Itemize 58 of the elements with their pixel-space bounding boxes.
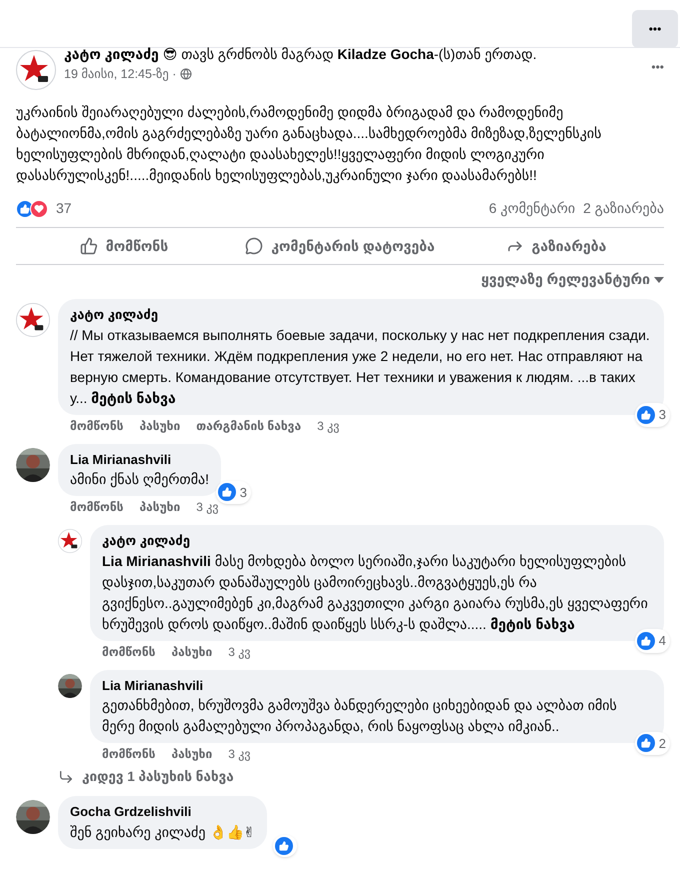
reactions-count[interactable]: 37 — [56, 198, 72, 219]
post-date[interactable]: 19 მაისი, 12:45-ზე · — [64, 65, 176, 84]
reaction-badge[interactable]: 3 — [634, 403, 670, 426]
comment-action-link[interactable]: პასუხი — [139, 498, 180, 516]
like-icon — [636, 406, 655, 424]
comment-action-link[interactable]: თარგმანის ნახვა — [196, 416, 302, 434]
post-action-button[interactable]: კომენტარის დატოვება — [232, 229, 448, 263]
post-menu-button[interactable]: ••• — [651, 50, 664, 90]
comment-text: ამინი ქნას ღმერთმა! — [70, 470, 210, 490]
comment-author[interactable]: Gocha Grdzelishvili — [70, 802, 256, 822]
comment-text: გეთანხმებით, ხრუშოვმა გამოუშვა ბანდერელები ციხეებიდან და ალბათ იმის მერე მიდის გამალებული პროპაგანდა, რის ნაყოფსაც ახლა იმკიან.. — [102, 696, 618, 736]
comments-count[interactable]: 6 კომენტარი — [488, 198, 576, 219]
star-avatar-icon — [16, 50, 56, 90]
reaction-badge[interactable]: 3 — [216, 480, 252, 504]
comment-action-link[interactable]: მომწონს — [102, 642, 156, 660]
comment-time[interactable]: 3 კვ — [228, 642, 251, 660]
post-action-button[interactable]: მომწონს — [16, 229, 232, 263]
like-icon — [80, 237, 98, 255]
star-avatar-icon — [16, 303, 50, 337]
reaction-count: 3 — [658, 406, 666, 424]
comment-author[interactable]: Lia Mirianashvili — [70, 450, 210, 469]
reaction-badge[interactable]: 2 — [634, 732, 670, 755]
comment-author[interactable]: კატო კილაძე — [102, 531, 652, 550]
reaction-badge[interactable]: 4 — [634, 629, 670, 652]
comment-action-link[interactable]: პასუხი — [171, 745, 212, 763]
comment-action-link[interactable]: პასუხი — [139, 416, 180, 434]
like-icon — [636, 734, 655, 752]
comment-action-link[interactable]: მომწონს — [102, 745, 156, 763]
more-options-button[interactable]: ••• — [632, 10, 678, 48]
sort-dropdown[interactable]: ყველაზე რელევანტური — [481, 269, 664, 290]
see-more-link[interactable]: მეტის ნახვა — [490, 616, 575, 632]
comment-author[interactable]: კატო კილაძე — [70, 305, 652, 324]
like-icon — [218, 483, 236, 502]
globe-icon — [180, 68, 192, 80]
comment-time[interactable]: 3 კვ — [317, 416, 340, 434]
reaction-count: 3 — [240, 484, 248, 502]
more-replies-link[interactable]: კიდევ 1 პასუხის ნახვა — [58, 767, 664, 788]
reaction-badge[interactable] — [273, 834, 298, 857]
reactions-icon — [16, 200, 48, 218]
comment-author[interactable]: Lia Mirianashvili — [102, 676, 652, 695]
comment-action-link[interactable]: მომწონს — [70, 416, 124, 434]
reaction-count: 2 — [658, 734, 666, 752]
comment-icon — [245, 237, 264, 255]
caret-icon — [654, 276, 664, 282]
comment-action-link[interactable]: პასუხი — [171, 642, 212, 660]
reaction-count: 4 — [658, 632, 666, 650]
shares-count[interactable]: 2 გაზიარება — [583, 198, 664, 219]
reply-arrow-icon — [58, 769, 74, 786]
see-more-link[interactable]: მეტის ნახვა — [91, 390, 176, 406]
comment-action-link[interactable]: მომწონს — [70, 498, 124, 516]
comment-time[interactable]: 3 კვ — [228, 745, 251, 763]
comment-text: შენ გეიხარე კილაძე 👌👍✌ — [70, 822, 256, 842]
post-text: უკრაინის შეიარაღებული ძალების,რამოდენიმე დიდმა ბრიგადამ და რამოდენიმე ბატალიონმა,ომის გაგრძელებაზე უარი განაცხადა....სამხედროებმა მიზეზად,ზელენსკის ხელისუფლების მხრიდან,ღალატი დაასახელეს!!ყველაფერი მიდის ლოგიკური დასასრულისკენ!.....მეიდანის ხელისუფლებას,უკრაინული ჯარი დაასამარებს!! — [16, 103, 602, 186]
post-action-button[interactable]: გაზიარება — [448, 229, 664, 263]
post-header-text: კატო კილაძე 😎 თავს გრძნობს მაგრად Kiladze Gocha-(ს)თან ერთად. — [64, 45, 538, 64]
like-icon — [636, 632, 655, 650]
like-icon — [275, 836, 294, 855]
star-avatar-icon — [58, 529, 82, 553]
